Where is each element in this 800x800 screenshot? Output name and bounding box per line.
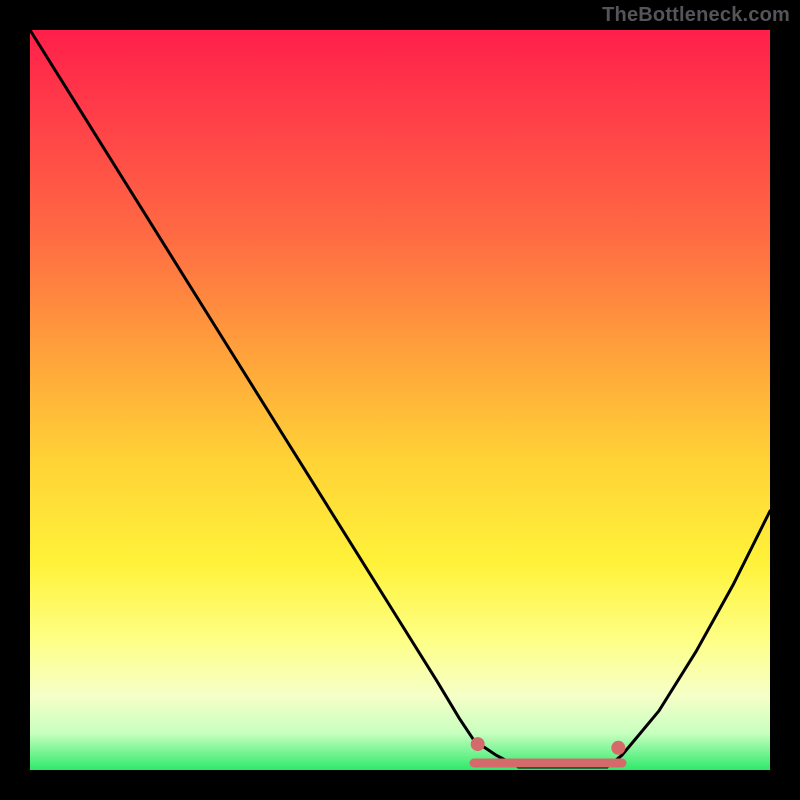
curve-layer	[30, 30, 770, 770]
chart-frame: TheBottleneck.com	[0, 0, 800, 800]
marker-right-dot	[611, 741, 625, 755]
marker-left-dot	[471, 737, 485, 751]
bottleneck-curve	[30, 30, 770, 767]
watermark-text: TheBottleneck.com	[602, 4, 790, 27]
